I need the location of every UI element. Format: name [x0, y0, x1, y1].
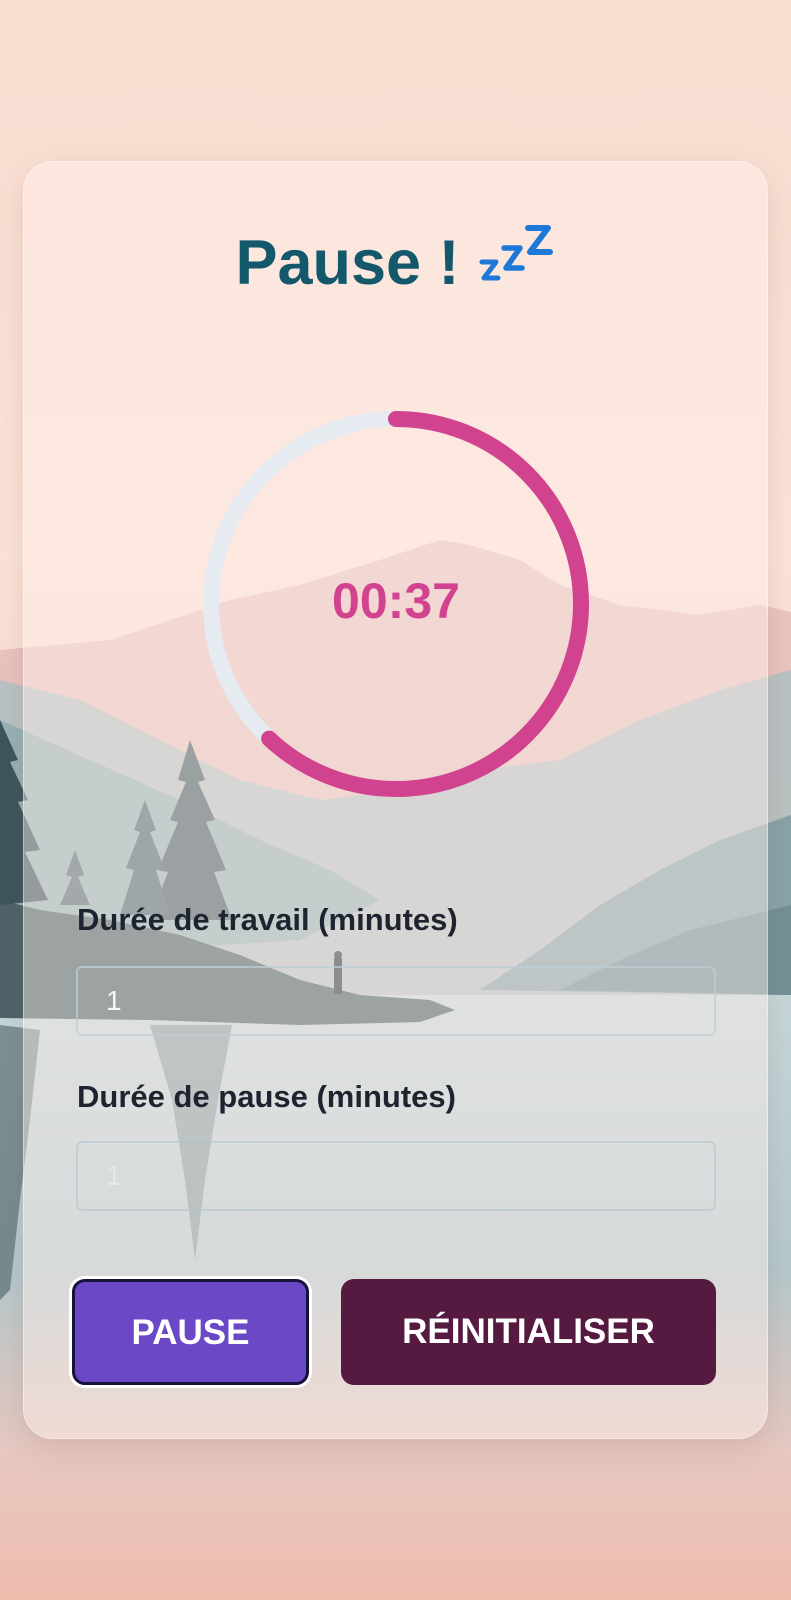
timer-display: 00:37 [332, 573, 460, 629]
reset-button[interactable]: RÉINITIALISER [341, 1279, 716, 1385]
page-title: Pause ! [0, 223, 791, 303]
title-text: Pause ! [235, 228, 460, 298]
work-duration-label: Durée de travail (minutes) [77, 902, 458, 937]
pause-button[interactable]: PAUSE [72, 1279, 309, 1385]
break-duration-input[interactable]: 1 [76, 1141, 716, 1211]
sleeping-zzz-icon [478, 222, 556, 284]
work-duration-input[interactable]: 1 [76, 966, 716, 1036]
break-duration-label: Durée de pause (minutes) [77, 1079, 456, 1114]
